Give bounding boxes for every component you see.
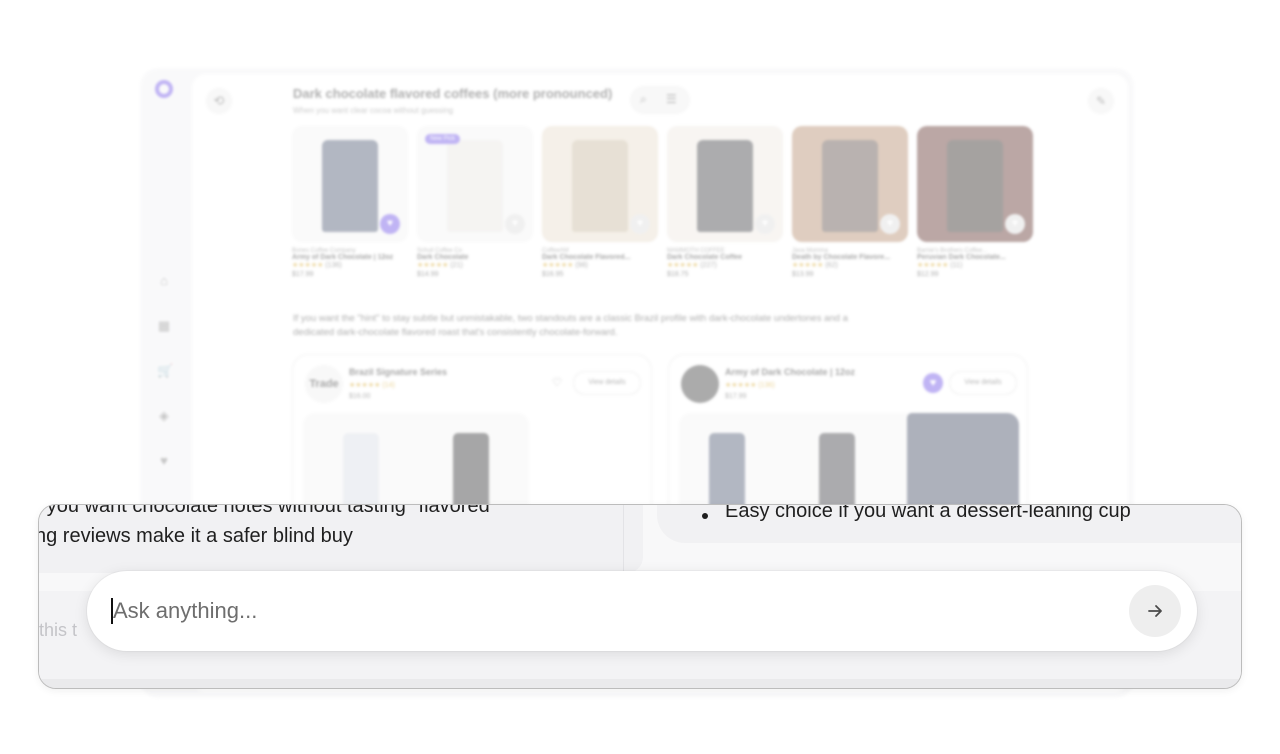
bag-image xyxy=(709,433,745,513)
tag-icon[interactable]: ◈ xyxy=(157,409,171,423)
send-button[interactable] xyxy=(1129,585,1181,637)
recommendation-paragraph: If you want the "hint" to stay subtle bu… xyxy=(293,313,848,338)
bag-image xyxy=(453,433,489,513)
product-image[interactable]: ♥ xyxy=(667,126,783,242)
ghost-text: t this t xyxy=(39,620,78,640)
product-image[interactable]: ♥ xyxy=(792,126,908,242)
product-rating: ★★★★★ (11) xyxy=(917,262,963,269)
bag-image xyxy=(947,140,1003,232)
card-price: $16.00 xyxy=(349,393,371,400)
bag-image xyxy=(822,140,878,232)
product-price: $13.99 xyxy=(792,271,814,278)
product-image[interactable]: New Pick ♥ xyxy=(417,126,533,242)
product-tile[interactable]: ♥ Barnie's Brothers Coffee... Peruvian Dar… xyxy=(917,126,1033,278)
product-rating: ★★★★★ (136) xyxy=(292,262,342,269)
bag-image xyxy=(322,140,378,232)
product-rating: ★★★★★ (62) xyxy=(792,262,838,269)
list-icon[interactable]: ☰ xyxy=(666,92,677,106)
card-price: $17.99 xyxy=(725,393,747,400)
product-image[interactable]: ♥ xyxy=(542,126,658,242)
product-tile[interactable]: ♥ Java Momma Death by Chocolate Flavore...… xyxy=(792,126,908,278)
new-badge: New Pick xyxy=(425,134,461,144)
bag-image xyxy=(572,140,628,232)
bag-image xyxy=(819,433,855,513)
product-name[interactable]: Peruvian Dark Chocolate... xyxy=(917,254,1033,261)
view-details-button[interactable]: View details xyxy=(573,371,641,395)
chat-input-bar[interactable] xyxy=(87,571,1197,651)
favorite-heart-icon[interactable]: ♥ xyxy=(380,214,400,234)
brand-logo: Trade xyxy=(305,365,343,403)
product-name[interactable]: Dark Chocolate Flavored... xyxy=(542,254,658,261)
bag-image xyxy=(343,433,379,513)
card-title: Brazil Signature Series xyxy=(349,367,448,377)
product-image[interactable]: ♥ xyxy=(917,126,1033,242)
product-card-brazil[interactable]: Trade Brazil Signature Series ★★★★★ (14)… xyxy=(292,354,652,524)
card-rating: ★★★★★ (136) xyxy=(725,382,775,389)
card-title: Army of Dark Chocolate | 12oz xyxy=(725,367,856,377)
search-toggle[interactable]: ⌕ ☰ xyxy=(630,86,690,114)
favorite-heart-icon[interactable]: ♥ xyxy=(923,373,943,393)
section-title: Dark chocolate flavored coffees (more pr… xyxy=(293,86,613,101)
grid-icon[interactable]: ▦ xyxy=(157,319,171,333)
composer-footer xyxy=(39,679,1241,688)
product-name[interactable]: Death by Chocolate Flavore... xyxy=(792,254,908,261)
product-price: $18.75 xyxy=(667,271,689,278)
section-subtitle: When you want clear cocoa without guessi… xyxy=(293,106,454,115)
product-rating: ★★★★★ (21) xyxy=(417,262,463,269)
heart-icon[interactable]: ♥ xyxy=(157,454,171,468)
arrow-right-icon xyxy=(1148,605,1162,617)
edit-icon[interactable]: ✎ xyxy=(1088,88,1114,114)
product-price: $16.95 xyxy=(542,271,564,278)
favorite-heart-icon[interactable]: ♥ xyxy=(505,214,525,234)
bullet-dot xyxy=(702,513,708,519)
bag-image xyxy=(447,140,503,232)
product-price: $17.99 xyxy=(292,271,314,278)
chat-message-right: Easy choice if you want a dessert-leanin… xyxy=(657,504,1241,543)
search-icon[interactable]: ⌕ xyxy=(640,92,647,107)
product-row: ♥ Bones Coffee Company Army of Dark Chocol… xyxy=(292,126,1033,296)
favorite-heart-icon[interactable]: ♥ xyxy=(630,214,650,234)
favorite-heart-icon[interactable]: ♡ xyxy=(547,373,567,393)
product-tile[interactable]: ♥ MAMMOTH COFFEE Dark Chocolate Coffee ★★★★… xyxy=(667,126,783,278)
product-tile[interactable]: New Pick ♥ Schuil Coffee Co Dark Chocolate ★… xyxy=(417,126,533,278)
bullet-text: Easy choice if you want a dessert-leanin… xyxy=(725,504,1131,522)
cart-icon[interactable]: 🛒 xyxy=(157,364,173,378)
history-icon[interactable]: ⟲ xyxy=(206,88,232,114)
product-rating: ★★★★★ (98) xyxy=(542,262,588,269)
product-name[interactable]: Dark Chocolate Coffee xyxy=(667,254,783,261)
card-rating: ★★★★★ (14) xyxy=(349,382,395,389)
favorite-heart-icon[interactable]: ♥ xyxy=(1005,214,1025,234)
ask-input[interactable] xyxy=(113,593,1093,629)
product-tile[interactable]: ♥ Bones Coffee Company Army of Dark Chocol… xyxy=(292,126,408,278)
product-image[interactable]: ♥ xyxy=(292,126,408,242)
favorite-heart-icon[interactable]: ♥ xyxy=(880,214,900,234)
zoom-callout: ...f you want chocolate notes without ta… xyxy=(38,504,1242,689)
chat-message-left: ...f you want chocolate notes without ta… xyxy=(38,504,643,573)
product-rating: ★★★★★ (227) xyxy=(667,262,717,269)
home-icon[interactable]: ⌂ xyxy=(157,274,171,288)
product-name[interactable]: Dark Chocolate xyxy=(417,254,533,261)
product-name[interactable]: Army of Dark Chocolate | 12oz xyxy=(292,254,408,261)
product-price: $14.99 xyxy=(417,271,439,278)
bag-image xyxy=(697,140,753,232)
app-logo-icon xyxy=(155,80,173,98)
product-tile[interactable]: ♥ CoffeeAM Dark Chocolate Flavored... ★★★★★… xyxy=(542,126,658,278)
message-text-line: ng reviews make it a safer blind buy xyxy=(38,525,353,547)
product-card-army[interactable]: Army of Dark Chocolate | 12oz ★★★★★ (136… xyxy=(668,354,1028,524)
favorite-heart-icon[interactable]: ♥ xyxy=(755,214,775,234)
message-text-line: ...f you want chocolate notes without ta… xyxy=(38,504,497,517)
product-price: $12.99 xyxy=(917,271,939,278)
brand-logo xyxy=(681,365,719,403)
view-details-button[interactable]: View details xyxy=(949,371,1017,395)
